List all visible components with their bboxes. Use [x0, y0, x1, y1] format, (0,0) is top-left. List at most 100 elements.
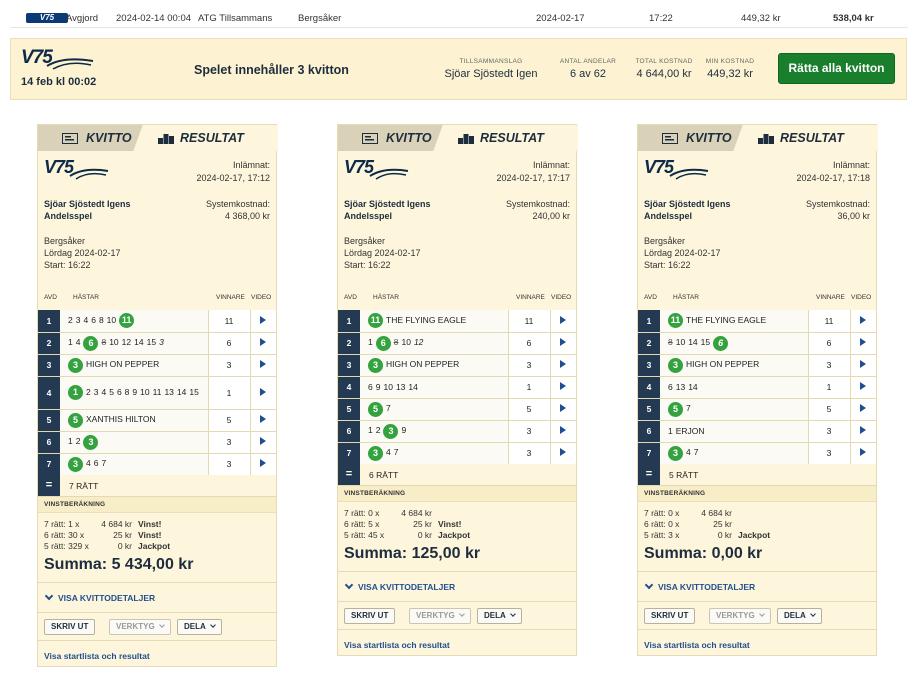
equals-sign: =: [38, 475, 60, 496]
leg-video-button[interactable]: [550, 420, 576, 443]
leg-winner: 11: [808, 310, 851, 333]
print-button[interactable]: SKRIV UT: [44, 619, 96, 635]
leg-video-button[interactable]: [850, 420, 876, 443]
leg-video-button[interactable]: [550, 354, 576, 377]
winning-horse-badge: 11: [668, 313, 683, 329]
startlist-results-link[interactable]: Visa startlista och resultat: [38, 640, 276, 668]
col-vinnare: VINNARE: [516, 294, 545, 301]
leg-video-button[interactable]: [550, 310, 576, 333]
horse-number: 4: [386, 447, 391, 458]
horse-number: 11: [152, 386, 162, 397]
horse-number: 9: [375, 381, 381, 392]
startlist-results-link[interactable]: Visa startlista och resultat: [638, 629, 876, 657]
leg-video-button[interactable]: [850, 354, 876, 377]
horse-number: 4: [686, 447, 691, 458]
share-dropdown[interactable]: DELA: [177, 619, 222, 635]
leg-winner: 3: [208, 453, 251, 476]
leg-video-button[interactable]: [250, 431, 276, 454]
leg-video-button[interactable]: [850, 332, 876, 355]
banner-info: Spelet innehåller 3 kvitton: [194, 63, 349, 77]
tools-dropdown[interactable]: VERKTYG: [409, 608, 471, 624]
play-icon: [860, 426, 867, 434]
tab-resultat[interactable]: RESULTAT: [748, 125, 878, 151]
winnings-header: VINSTBERÄKNING: [638, 486, 876, 502]
winnings-result: Jackpot: [138, 541, 171, 551]
leg-video-button[interactable]: [550, 398, 576, 421]
winnings-line: 7 rätt: 1 x 4 684 kr Vinst!: [44, 519, 264, 530]
leg-video-button[interactable]: [850, 310, 876, 333]
leg-video-button[interactable]: [850, 442, 876, 465]
leg-horses: 1 6 8 10 12: [360, 332, 509, 355]
podium-icon: [158, 134, 174, 144]
tab-resultat[interactable]: RESULTAT: [448, 125, 578, 151]
play-icon: [560, 360, 567, 368]
leg-number: 7: [338, 442, 360, 465]
print-button[interactable]: SKRIV UT: [344, 608, 396, 624]
tab-resultat[interactable]: RESULTAT: [148, 125, 278, 151]
leg-video-button[interactable]: [850, 398, 876, 421]
play-icon: [560, 382, 567, 390]
tools-dropdown[interactable]: VERKTYG: [709, 608, 771, 624]
bet-summary-row[interactable]: V75 Avgjord 2024-02-14 00:04 ATG Tillsam…: [10, 6, 908, 28]
waves-icon: [68, 167, 110, 184]
submitted-label: Inlämnat:: [232, 160, 270, 170]
receipt-tabs: KVITTO RESULTAT: [338, 125, 578, 151]
print-button[interactable]: SKRIV UT: [644, 608, 696, 624]
winning-horse-badge: 6: [83, 335, 99, 351]
share-dropdown[interactable]: DELA: [477, 608, 522, 624]
show-receipt-details-toggle[interactable]: VISA KVITTODETALJER: [338, 571, 576, 601]
tools-dropdown[interactable]: VERKTYG: [109, 619, 171, 635]
leg-video-button[interactable]: [250, 409, 276, 432]
receipt-card: KVITTO RESULTAT V75 Inlämnat: 2024-02-17, 17…: [337, 124, 578, 657]
leg-video-button[interactable]: [250, 332, 276, 355]
share-label: DELA: [184, 622, 206, 631]
leg-video-button[interactable]: [250, 354, 276, 377]
stat-value: 449,32 kr: [707, 68, 753, 80]
winnings-amount: 25 kr: [713, 519, 732, 529]
leg-video-button[interactable]: [250, 453, 276, 476]
leg-row: 5 5 XANTHIS HILTON 5: [38, 409, 276, 432]
v75-logo: V75: [21, 47, 94, 70]
horse-name: THE FLYING EAGLE: [386, 315, 467, 325]
equals-sign: =: [638, 464, 660, 485]
horse-number: 12: [413, 337, 424, 348]
winnings-header: VINSTBERÄKNING: [38, 497, 276, 513]
leg-video-button[interactable]: [550, 332, 576, 355]
correct-count-row: = 7 RÄTT: [38, 475, 276, 497]
tab-resultat-label: RESULTAT: [180, 131, 244, 145]
leg-winner: 5: [808, 398, 851, 421]
leg-row: 3 3 HIGH ON PEPPER 3: [338, 354, 576, 377]
leg-horses: 8 10 14 15 6: [660, 332, 809, 355]
col-hastar: HÄSTAR: [73, 294, 99, 301]
leg-winner: 5: [208, 409, 251, 432]
stat-label: MIN KOSTNAD: [705, 58, 755, 65]
fix-all-receipts-button[interactable]: Rätta alla kvitton: [778, 53, 895, 84]
leg-video-button[interactable]: [850, 376, 876, 399]
leg-row: 612393: [338, 420, 576, 443]
leg-number: 7: [38, 453, 60, 476]
share-dropdown[interactable]: DELA: [777, 608, 822, 624]
team-name: Sjöar Sjöstedt Igens: [344, 199, 431, 209]
show-receipt-details-toggle[interactable]: VISA KVITTODETALJER: [38, 582, 276, 612]
leg-video-button[interactable]: [550, 376, 576, 399]
leg-video-button[interactable]: [550, 442, 576, 465]
start-time: Start: 16:22: [344, 260, 391, 270]
winning-horse-badge: 3: [668, 445, 683, 461]
startlist-results-link[interactable]: Visa startlista och resultat: [338, 629, 576, 657]
winning-horse-badge: 1: [68, 385, 83, 400]
leg-row: 5575: [338, 398, 576, 421]
leg-horses: 123: [60, 431, 209, 454]
stat-antal-andelar: ANTAL ANDELAR 6 av 62: [549, 58, 627, 80]
podium-icon: [458, 134, 474, 144]
show-receipt-details-toggle[interactable]: VISA KVITTODETALJER: [638, 571, 876, 601]
leg-number: 1: [638, 310, 660, 333]
winning-horse-badge: 6: [713, 335, 729, 351]
system-cost-label: Systemkostnad:: [805, 199, 870, 209]
winnings-rows: 6 rätt: 30 x: [44, 530, 85, 540]
winning-horse-badge: 5: [368, 401, 383, 417]
leg-number: 6: [338, 420, 360, 443]
leg-video-button[interactable]: [250, 310, 276, 333]
leg-video-button[interactable]: [250, 376, 276, 410]
winnings-rows: 6 rätt: 5 x: [344, 519, 380, 529]
play-icon: [260, 437, 267, 445]
